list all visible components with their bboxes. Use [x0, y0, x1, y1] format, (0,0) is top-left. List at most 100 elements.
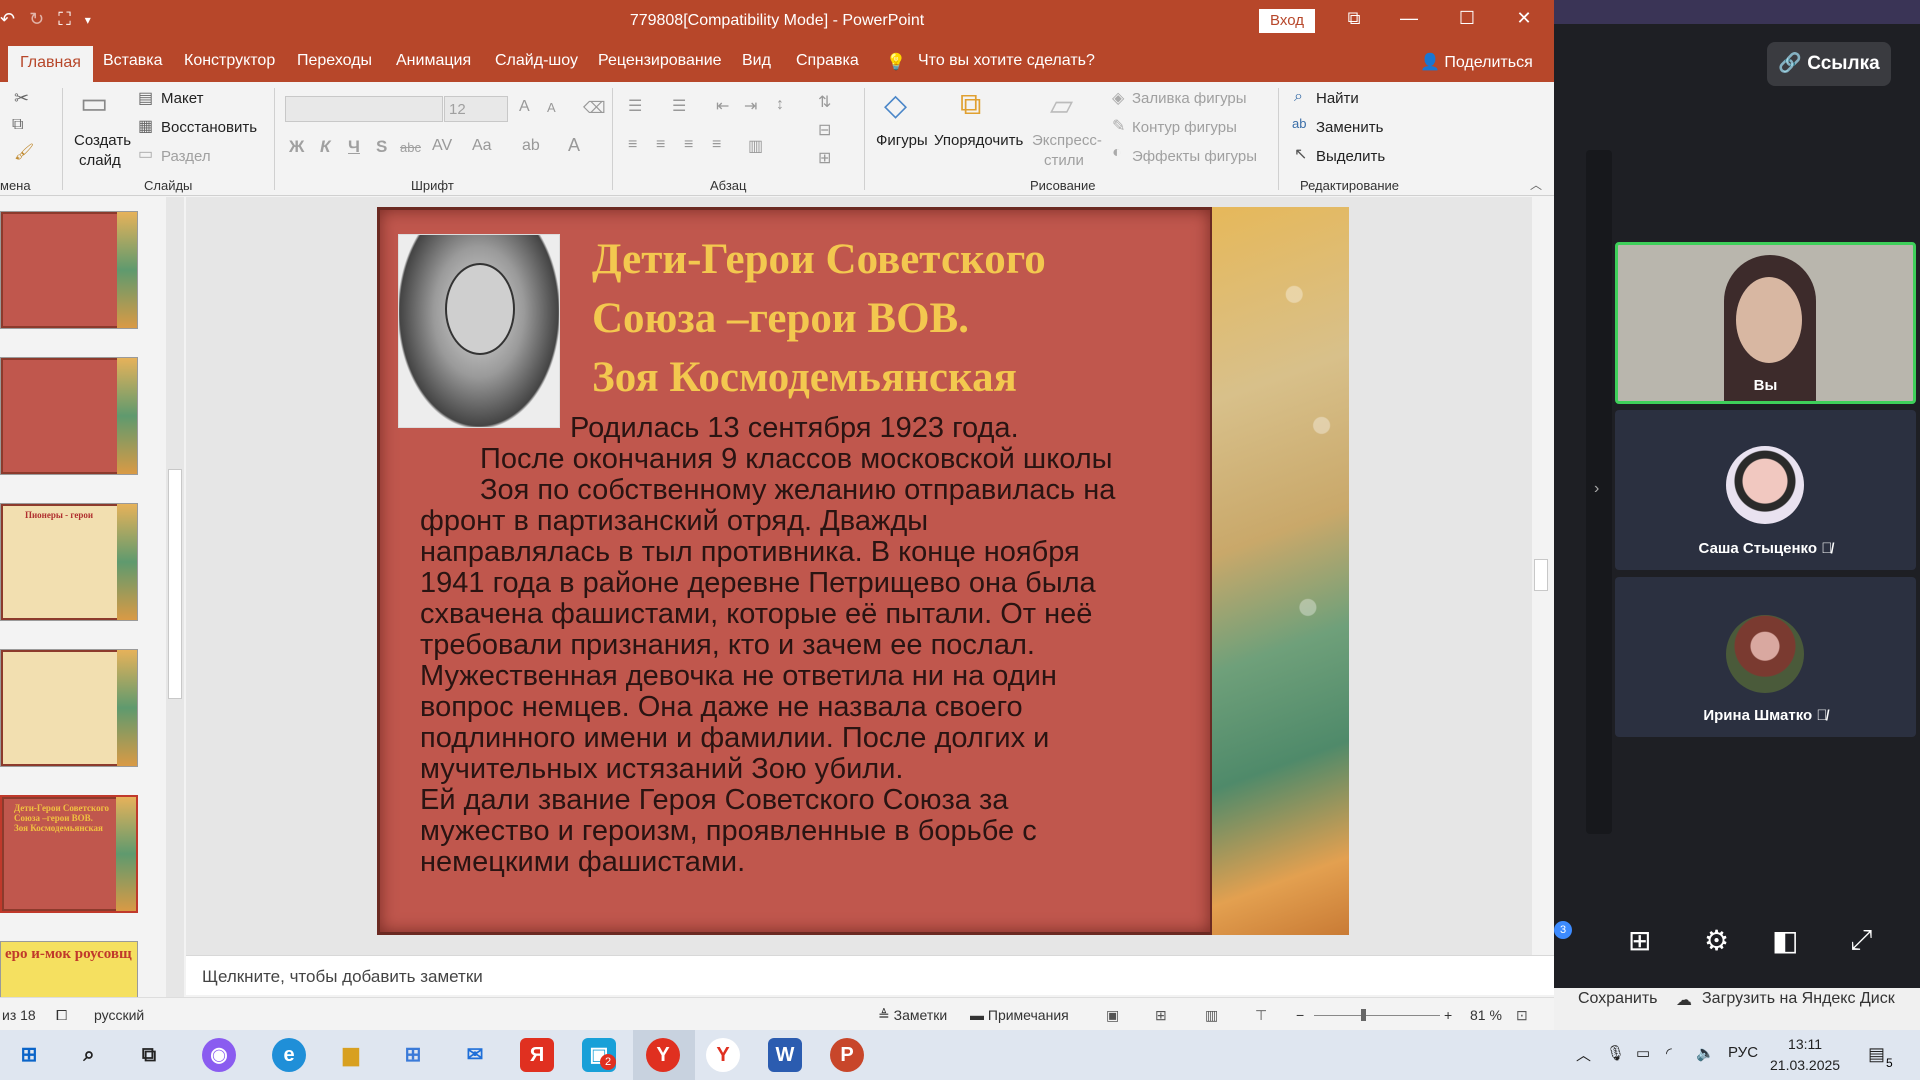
tab-insert[interactable]: Вставка [103, 52, 162, 70]
layout-toggle-icon[interactable]: ◧ [1772, 924, 1798, 957]
align-right-icon[interactable]: ≡ [684, 136, 693, 154]
tab-help[interactable]: Справка [796, 52, 859, 70]
shape-effects-button[interactable]: Эффекты фигуры [1132, 148, 1257, 165]
shape-fill-button[interactable]: Заливка фигуры [1132, 90, 1247, 107]
bullets-icon[interactable]: ☰ [628, 96, 642, 116]
file-explorer-icon[interactable]: ▆ [334, 1038, 368, 1072]
copy-icon[interactable]: ⧉ [12, 116, 23, 134]
collapse-panel-strip[interactable]: › [1586, 150, 1612, 834]
yandex-browser-2-icon[interactable]: Y [706, 1038, 740, 1072]
replace-button[interactable]: Заменить [1316, 119, 1383, 136]
text-direction-icon[interactable]: ⇅ [818, 92, 831, 112]
yandex-browser-icon[interactable]: Y [646, 1038, 680, 1072]
thumbnail-scrollbar[interactable] [166, 197, 184, 997]
share-button[interactable]: 👤 Поделиться [1420, 52, 1533, 72]
windows-start-icon[interactable]: ⊞ [12, 1038, 46, 1072]
columns-icon[interactable]: ▥ [748, 136, 763, 156]
font-size-dropdown[interactable]: 12 [444, 96, 508, 122]
arrange-button[interactable]: Упорядочить [934, 132, 1023, 149]
tab-slideshow[interactable]: Слайд-шоу [495, 52, 578, 70]
zoom-out-icon[interactable]: − [1296, 1007, 1304, 1023]
zoom-slider[interactable] [1314, 1009, 1440, 1021]
shapes-button[interactable]: Фигуры [876, 132, 928, 149]
highlight-icon[interactable]: ab [522, 137, 540, 155]
show-hidden-icons[interactable]: ︿ [1576, 1044, 1591, 1065]
alice-assistant-icon[interactable]: ◉ [202, 1038, 236, 1072]
align-left-icon[interactable]: ≡ [628, 136, 637, 154]
decrease-indent-icon[interactable]: ⇤ [716, 96, 729, 116]
minimize-button[interactable]: — [1389, 8, 1429, 29]
decrease-font-icon[interactable]: A [547, 100, 556, 115]
maximize-button[interactable]: ☐ [1447, 8, 1487, 29]
close-button[interactable]: ✕ [1504, 8, 1544, 29]
new-slide-button-line2[interactable]: слайд [79, 152, 121, 169]
microsoft-store-icon[interactable]: ⊞ [396, 1038, 430, 1072]
quick-styles-icon[interactable]: ▱ [1050, 88, 1073, 123]
format-painter-icon[interactable]: 🖌 [14, 142, 34, 162]
search-icon[interactable]: ⌕ [72, 1038, 106, 1072]
arrange-icon[interactable]: ⧉ [960, 88, 981, 122]
spellcheck-icon[interactable]: ⧠ [56, 1007, 67, 1024]
shapes-icon[interactable]: ◇ [884, 88, 907, 123]
bold-button[interactable]: Ж [289, 137, 304, 157]
zoom-slider-thumb[interactable] [1361, 1009, 1366, 1021]
char-spacing-icon[interactable]: AV [432, 137, 452, 155]
quick-styles-button-line2[interactable]: стили [1044, 152, 1084, 169]
zoom-level[interactable]: 81 % [1470, 1007, 1502, 1023]
zoom-in-icon[interactable]: + [1444, 1007, 1452, 1023]
new-slide-button[interactable]: Создать [74, 132, 131, 149]
participant-tile-self[interactable]: Вы [1615, 242, 1916, 404]
find-button[interactable]: Найти [1316, 90, 1359, 107]
ribbon-display-options-icon[interactable]: ⧉ [1334, 8, 1374, 29]
tab-view[interactable]: Вид [742, 52, 771, 70]
increase-font-icon[interactable]: A [519, 98, 530, 116]
yandex-icon[interactable]: Я [520, 1038, 554, 1072]
settings-gear-icon[interactable]: ⚙ [1704, 924, 1729, 957]
justify-icon[interactable]: ≡ [712, 136, 721, 154]
save-recording-button[interactable]: Сохранить [1578, 990, 1658, 1008]
powerpoint-icon[interactable]: P [830, 1038, 864, 1072]
tab-home[interactable]: Главная [8, 46, 93, 82]
normal-view-icon[interactable]: ▣ [1106, 1007, 1119, 1024]
tab-review[interactable]: Рецензирование [598, 52, 722, 70]
notification-center-icon[interactable]: ▤ [1868, 1044, 1885, 1065]
edge-browser-icon[interactable]: e [272, 1038, 306, 1072]
input-language[interactable]: РУС [1728, 1044, 1758, 1061]
slide-thumbnail-selected[interactable]: Дети-Герои Советского Союза –герои ВОВ. … [0, 795, 138, 913]
word-icon[interactable]: W [768, 1038, 802, 1072]
volume-icon[interactable]: 🔈 [1696, 1044, 1715, 1062]
notes-pane[interactable]: Щелкните, чтобы добавить заметки [186, 955, 1554, 995]
strikethrough-button[interactable]: abc [400, 140, 421, 155]
slide-thumbnail[interactable] [0, 211, 138, 329]
mail-icon[interactable]: ✉ [458, 1038, 492, 1072]
change-case-icon[interactable]: Aa [472, 137, 492, 155]
slide-thumbnail[interactable]: еро и-мок роусовщ [0, 941, 138, 1001]
smartart-icon[interactable]: ⊞ [818, 148, 831, 168]
select-button[interactable]: Выделить [1316, 148, 1385, 165]
fit-to-window-icon[interactable]: ⊡ [1516, 1007, 1528, 1024]
slide-title[interactable]: Дети-Герои Советского Союза –герои ВОВ. … [592, 230, 1192, 407]
line-spacing-icon[interactable]: ↕ [776, 96, 784, 114]
shadow-button[interactable]: S [376, 137, 387, 157]
language-indicator[interactable]: русский [94, 1007, 144, 1023]
participant-tile[interactable]: Ирина Шматко 🎙̸ [1615, 577, 1916, 737]
scroll-thumb[interactable] [168, 469, 182, 699]
slide-thumbnail[interactable] [0, 649, 138, 767]
slide-thumbnail[interactable] [0, 357, 138, 475]
login-button[interactable]: Вход [1259, 9, 1315, 33]
italic-button[interactable]: К [320, 137, 330, 157]
tell-me-search[interactable]: Что вы хотите сделать? [918, 52, 1095, 70]
tab-design[interactable]: Конструктор [184, 52, 275, 70]
slide-sorter-icon[interactable]: ⊞ [1155, 1007, 1167, 1024]
slideshow-view-icon[interactable]: ⊤ [1255, 1007, 1267, 1024]
tab-transitions[interactable]: Переходы [297, 52, 372, 70]
font-family-dropdown[interactable] [285, 96, 443, 122]
align-center-icon[interactable]: ≡ [656, 136, 665, 154]
grid-view-icon[interactable]: ⊞ [1628, 924, 1651, 957]
copy-link-button[interactable]: 🔗 Ссылка [1767, 42, 1891, 86]
increase-indent-icon[interactable]: ⇥ [744, 96, 757, 116]
cut-icon[interactable]: ✂ [14, 88, 29, 109]
font-color-icon[interactable]: A [568, 135, 580, 156]
fullscreen-icon[interactable]: ⤢ [1850, 924, 1872, 957]
upload-yandex-disk-button[interactable]: Загрузить на Яндекс Диск [1702, 990, 1895, 1008]
